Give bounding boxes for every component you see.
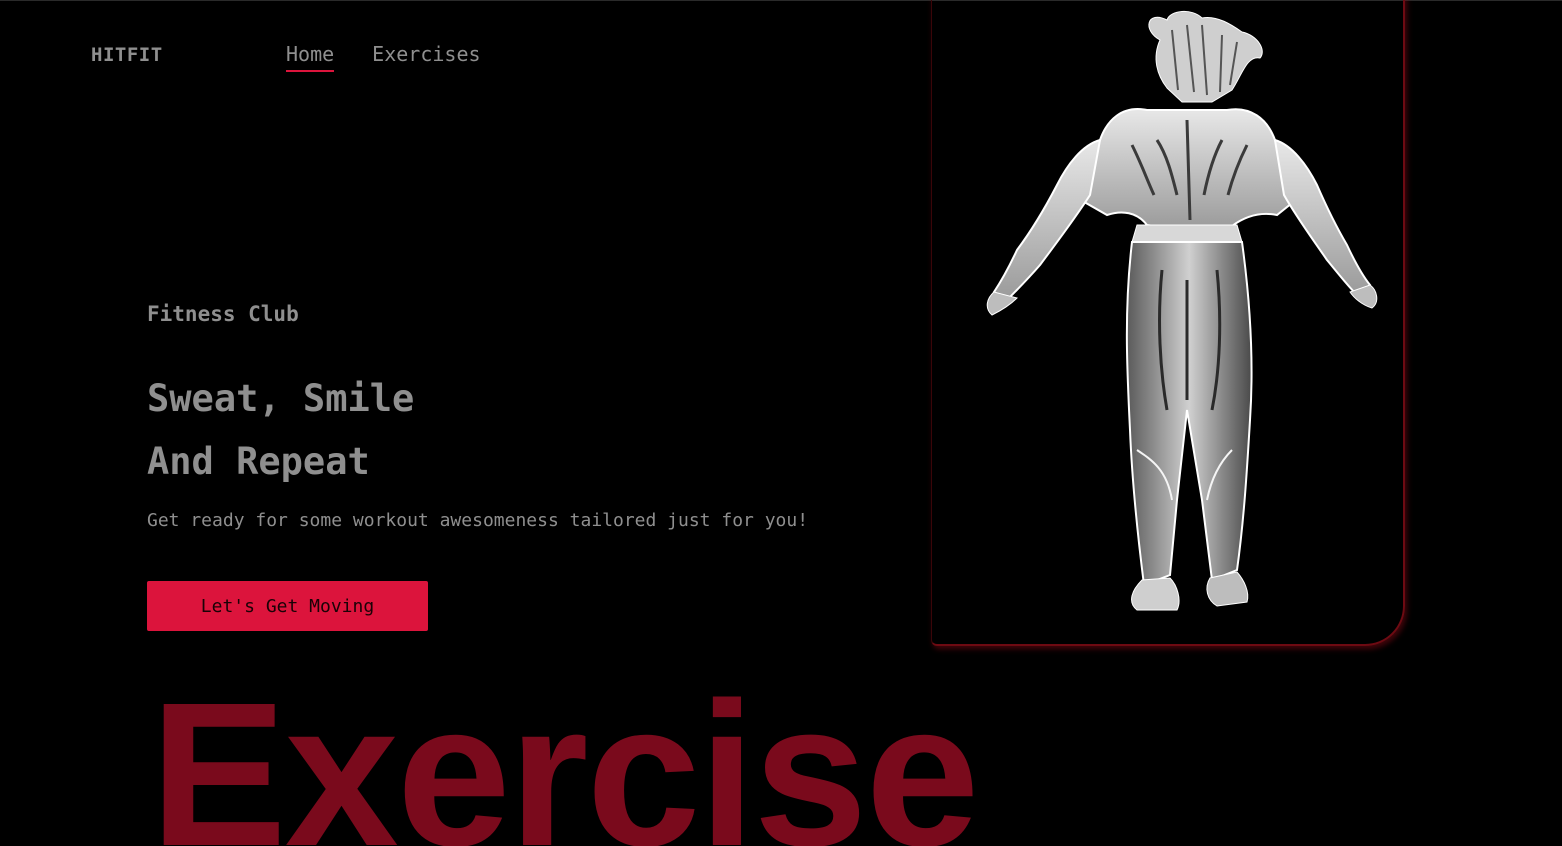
exercise-banner-text: Exercise: [150, 660, 980, 846]
hero-tagline: Get ready for some workout awesomeness t…: [147, 510, 809, 531]
headline-line-1: Sweat, Smile: [147, 377, 415, 420]
lets-get-moving-button[interactable]: Let's Get Moving: [147, 581, 428, 631]
main-nav: Home Exercises: [286, 42, 481, 72]
nav-exercises-link[interactable]: Exercises: [372, 42, 480, 72]
hero-image-card: [931, 0, 1405, 646]
muscular-figure-icon: [986, 11, 1378, 611]
nav-home-link[interactable]: Home: [286, 42, 335, 72]
hero-subtitle: Fitness Club: [147, 302, 299, 326]
headline-line-2: And Repeat: [147, 440, 370, 483]
logo[interactable]: HITFIT: [91, 44, 163, 66]
hero-headline: Sweat, Smile And Repeat: [147, 367, 414, 493]
